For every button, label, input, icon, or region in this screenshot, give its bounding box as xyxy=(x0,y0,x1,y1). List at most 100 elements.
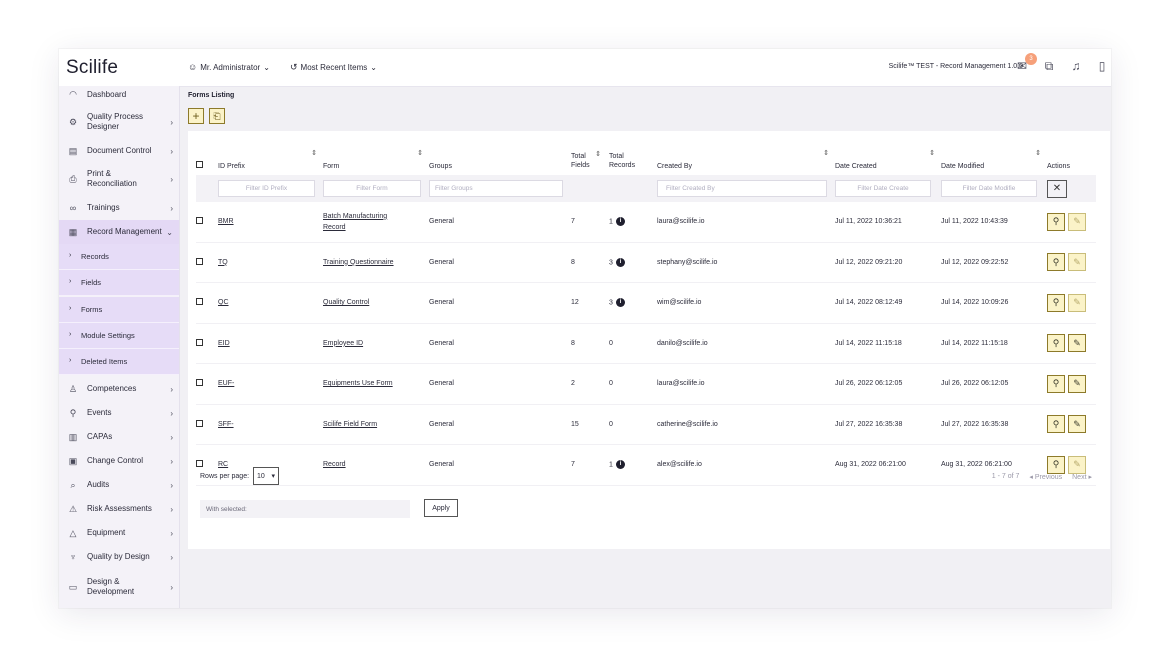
filter-form-input[interactable]: Filter Form xyxy=(323,180,421,197)
sidebar-item-competences[interactable]: ♙ Competences › xyxy=(59,379,179,399)
sidebar-item-dashboard[interactable]: ◠ Dashboard xyxy=(59,86,179,103)
row-checkbox[interactable] xyxy=(196,379,203,387)
filter-date-modified-input[interactable]: Filter Date Modifie xyxy=(941,180,1037,197)
next-page-button[interactable]: Next ▸ xyxy=(1072,473,1092,481)
row-checkbox[interactable] xyxy=(196,298,203,306)
sidebar-item-trainings[interactable]: ∞ Trainings › xyxy=(59,199,179,217)
sidebar-subitem-label: Deleted Items xyxy=(81,357,128,366)
form-link[interactable]: Training Questionnaire xyxy=(323,257,403,268)
form-link[interactable]: Record xyxy=(323,459,403,470)
sidebar-item-capas[interactable]: ▥ CAPAs › xyxy=(59,427,179,447)
sidebar-item-risk-assessments[interactable]: ⚠ Risk Assessments › xyxy=(59,499,179,519)
form-link[interactable]: Batch Manufacturing Record xyxy=(323,211,403,233)
edit-button[interactable]: ✎ xyxy=(1068,212,1086,231)
info-icon[interactable]: i xyxy=(615,460,625,470)
view-button[interactable]: ⚲ xyxy=(1047,253,1065,272)
id-prefix-link[interactable]: EUF- xyxy=(218,380,234,387)
sidebar-item-print-reconciliation[interactable]: ⎙ Print & Reconciliation › xyxy=(59,166,179,192)
created-by-cell: alex@scilife.io xyxy=(657,444,835,486)
rows-per-page-select[interactable]: 10 ▾ xyxy=(253,467,280,485)
export-button[interactable]: ⎗ xyxy=(209,108,225,124)
id-prefix-link[interactable]: QC xyxy=(218,299,229,306)
sidebar-subitem-module-settings[interactable]: › Module Settings xyxy=(59,323,179,349)
sidebar-item-change-control[interactable]: ▣ Change Control › xyxy=(59,451,179,471)
sidebar-item-document-control[interactable]: ▤ Document Control › xyxy=(59,141,179,161)
sidebar-item-audits[interactable]: ⌕ Audits › xyxy=(59,475,179,495)
col-total-fields[interactable]: Total Fields ⇕ xyxy=(571,140,609,175)
view-button[interactable]: ⚲ xyxy=(1047,455,1065,474)
sidebar-subitem-label: Forms xyxy=(81,305,103,314)
sidebar-item-equipment[interactable]: △ Equipment › xyxy=(59,523,179,543)
row-checkbox[interactable] xyxy=(196,419,203,427)
id-prefix-link[interactable]: EID xyxy=(218,340,230,347)
previous-page-button[interactable]: ◂ Previous xyxy=(1029,473,1062,481)
add-form-button[interactable]: + xyxy=(188,108,204,124)
gauge-icon: ◠ xyxy=(69,89,77,99)
form-link[interactable]: Equipments Use Form xyxy=(323,378,403,389)
filter-groups-input[interactable]: Filter Groups xyxy=(429,180,563,197)
bell-icon[interactable]: ♫ xyxy=(1069,59,1083,73)
group-cell: General xyxy=(429,363,571,405)
row-checkbox[interactable] xyxy=(196,257,203,265)
edit-button[interactable]: ✎ xyxy=(1068,415,1086,434)
user-circle-icon: ☺ xyxy=(188,62,198,72)
row-checkbox[interactable] xyxy=(196,338,203,346)
total-records-cell: 0 xyxy=(609,363,657,405)
row-checkbox[interactable] xyxy=(196,217,203,225)
group-cell: General xyxy=(429,242,571,283)
group-cell: General xyxy=(429,282,571,324)
view-button[interactable]: ⚲ xyxy=(1047,212,1065,231)
info-icon[interactable]: i xyxy=(615,257,625,267)
bulk-action-select[interactable]: With selected: xyxy=(200,500,410,518)
col-created-by[interactable]: Created By ⇕ xyxy=(657,140,835,175)
info-icon[interactable]: i xyxy=(615,298,625,308)
edit-button[interactable]: ✎ xyxy=(1068,334,1086,353)
apply-button[interactable]: Apply xyxy=(424,499,458,517)
sidebar-item-events[interactable]: ⚲ Events › xyxy=(59,403,179,423)
view-button[interactable]: ⚲ xyxy=(1047,293,1065,312)
id-prefix-link[interactable]: TQ xyxy=(218,259,228,266)
logout-icon[interactable]: ▯ xyxy=(1095,59,1109,73)
rows-per-page-value: 10 xyxy=(257,472,265,480)
recent-items-menu[interactable]: ↺ Most Recent Items ⌄ xyxy=(290,62,377,73)
filter-created-by-input[interactable]: Filter Created By xyxy=(657,180,827,197)
pencil-icon: ✎ xyxy=(1073,378,1081,389)
col-id-prefix[interactable]: ID Prefix ⇕ xyxy=(218,140,323,175)
view-button[interactable]: ⚲ xyxy=(1047,374,1065,393)
edit-button[interactable]: ✎ xyxy=(1068,293,1086,312)
id-prefix-link[interactable]: BMR xyxy=(218,218,234,225)
view-button[interactable]: ⚲ xyxy=(1047,334,1065,353)
sidebar-subitem-forms[interactable]: › Forms xyxy=(59,297,179,323)
sidebar-item-design-development[interactable]: ▭ Design & Development › xyxy=(59,572,179,602)
filter-id-prefix-input[interactable]: Filter ID Prefix xyxy=(218,180,315,197)
sidebar-subitem-deleted-items[interactable]: › Deleted Items xyxy=(59,349,179,375)
edit-button[interactable]: ✎ xyxy=(1068,253,1086,272)
form-link[interactable]: Employee ID xyxy=(323,338,403,349)
sidebar-item-label: Quality Process Designer xyxy=(87,112,144,131)
competence-icon: ♙ xyxy=(68,383,78,394)
user-menu[interactable]: ☺ Mr. Administrator ⌄ xyxy=(188,62,270,72)
edit-button[interactable]: ✎ xyxy=(1068,455,1086,474)
table-row: TQ Training Questionnaire General 8 3 i stepha… xyxy=(196,242,1096,283)
date-modified-cell: Jul 26, 2022 06:12:05 xyxy=(941,363,1047,405)
tasks-icon[interactable]: ⧉ xyxy=(1042,59,1056,73)
sidebar-subitem-records[interactable]: › Records xyxy=(59,244,179,270)
id-prefix-link[interactable]: SFF- xyxy=(218,421,234,428)
sidebar-item-quality-by-design[interactable]: ♆ Quality by Design › xyxy=(59,547,179,567)
sidebar-subitem-fields[interactable]: › Fields xyxy=(59,270,179,296)
form-link[interactable]: Scilife Field Form xyxy=(323,419,403,430)
col-date-created[interactable]: Date Created ⇕ xyxy=(835,140,941,175)
edit-button[interactable]: ✎ xyxy=(1068,374,1086,393)
form-link[interactable]: Quality Control xyxy=(323,297,403,308)
col-form[interactable]: Form ⇕ xyxy=(323,140,429,175)
view-button[interactable]: ⚲ xyxy=(1047,415,1065,434)
filter-date-created-input[interactable]: Filter Date Create xyxy=(835,180,931,197)
date-modified-cell: Jul 11, 2022 10:43:39 xyxy=(941,202,1047,243)
chevron-right-icon: › xyxy=(69,278,72,285)
info-icon[interactable]: i xyxy=(615,217,625,227)
sidebar-item-quality-process-designer[interactable]: ⚙ Quality Process Designer › xyxy=(59,105,179,139)
sidebar-item-record-management[interactable]: ▦ Record Management ⌄ xyxy=(59,220,179,244)
clear-filters-button[interactable]: ✕ xyxy=(1047,179,1067,198)
col-date-modified[interactable]: Date Modified ⇕ xyxy=(941,140,1047,175)
select-all-checkbox[interactable] xyxy=(196,161,203,168)
